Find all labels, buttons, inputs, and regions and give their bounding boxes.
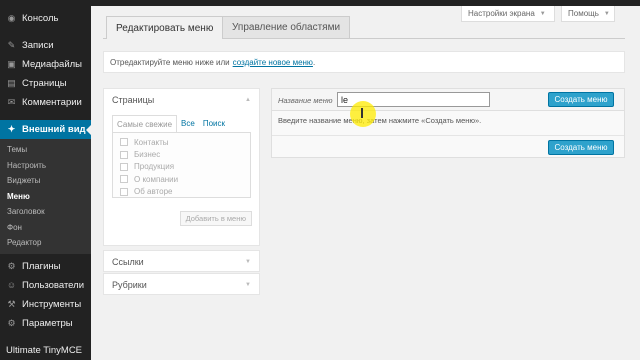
- info-suffix: .: [312, 57, 316, 67]
- sidebar-item-label: Инструменты: [22, 298, 82, 310]
- plugin-icon: ⚙: [7, 260, 16, 271]
- sidebar-item-label: Ultimate TinyMCE: [6, 344, 83, 356]
- menu-editor-header: Название меню Создать меню: [272, 89, 624, 111]
- item-label: О компании: [134, 174, 179, 184]
- pages-checklist: Контакты Бизнес Продукция О компании Об …: [112, 132, 251, 198]
- screen-options-button[interactable]: Настройки экрана ▼: [461, 6, 555, 22]
- submenu-item-customize[interactable]: Настроить: [0, 158, 91, 174]
- appearance-icon: ✦: [7, 124, 16, 134]
- admin-sidebar: ◉ Консоль ✎ Записи ▣ Медиафайлы ▤ Страни…: [0, 6, 91, 360]
- links-panel-header[interactable]: Ссылки ▼: [104, 251, 259, 273]
- create-menu-button-bottom[interactable]: Создать меню: [548, 140, 614, 155]
- list-item: Бизнес: [120, 148, 250, 160]
- chevron-down-icon: ▼: [245, 282, 251, 288]
- list-item: О компании: [120, 173, 250, 185]
- create-menu-button-top[interactable]: Создать меню: [548, 92, 614, 107]
- tools-icon: ⚒: [7, 298, 16, 309]
- sidebar-item-label: Консоль: [22, 13, 59, 24]
- create-new-menu-link[interactable]: создайте новое меню: [233, 58, 313, 67]
- menu-name-label: Название меню: [278, 96, 333, 105]
- sidebar-item-label: Параметры: [22, 317, 73, 329]
- checkbox[interactable]: [120, 175, 128, 184]
- sidebar-item-tinymce[interactable]: Ultimate TinyMCE: [0, 341, 91, 360]
- checkbox[interactable]: [120, 150, 128, 159]
- menu-editor-hint: Введите название меню, затем нажмите «Со…: [278, 116, 482, 125]
- panel-title: Страницы: [112, 95, 155, 105]
- tab-view-all[interactable]: Все: [177, 115, 199, 132]
- item-label: Контакты: [134, 137, 169, 147]
- pages-panel-tabs: Самые свежие Все Поиск: [104, 115, 259, 132]
- item-label: Об авторе: [134, 187, 173, 197]
- sidebar-item-users[interactable]: ☺ Пользователи: [0, 276, 91, 295]
- tab-most-recent[interactable]: Самые свежие: [112, 115, 178, 132]
- media-icon: ▣: [7, 59, 16, 69]
- page-icon: ▤: [7, 78, 16, 88]
- item-label: Продукция: [134, 162, 175, 172]
- checkbox[interactable]: [120, 187, 128, 196]
- users-icon: ☺: [6, 280, 17, 290]
- appearance-submenu: Темы Настроить Виджеты Меню Заголовок Фо…: [0, 139, 91, 254]
- sidebar-item-settings[interactable]: ⚙ Параметры: [0, 314, 91, 333]
- sidebar-item-label: Записи: [22, 40, 54, 51]
- categories-panel-header[interactable]: Рубрики ▼: [104, 274, 259, 296]
- sidebar-item-label: Плагины: [22, 260, 61, 272]
- chevron-down-icon: ▼: [603, 10, 610, 17]
- sidebar-item-label: Медиафайлы: [22, 59, 83, 70]
- chevron-down-icon: ▼: [539, 10, 546, 17]
- sidebar-item-tools[interactable]: ⚒ Инструменты: [0, 295, 91, 314]
- submenu-item-editor[interactable]: Редактор: [0, 235, 91, 251]
- sidebar-item-posts[interactable]: ✎ Записи: [0, 36, 91, 55]
- dashboard-icon: ◉: [7, 13, 16, 23]
- sidebar-item-label: Комментарии: [22, 97, 82, 108]
- menu-editor: Название меню Создать меню Введите назва…: [271, 88, 625, 158]
- pages-panel: Страницы ▲ Самые свежие Все Поиск Контак…: [103, 88, 260, 246]
- comment-icon: ✉: [7, 97, 16, 107]
- chevron-down-icon: ▼: [245, 259, 251, 265]
- help-label: Помощь: [568, 9, 599, 18]
- tab-manage-locations[interactable]: Управление областями: [222, 16, 351, 38]
- tab-edit-menus[interactable]: Редактировать меню: [106, 16, 224, 39]
- links-panel: Ссылки ▼: [103, 250, 260, 272]
- sidebar-item-pages[interactable]: ▤ Страницы: [0, 74, 91, 93]
- list-item: Продукция: [120, 161, 250, 173]
- sidebar-item-label: Пользователи: [22, 279, 85, 291]
- sidebar-item-label: Внешний вид: [22, 124, 86, 135]
- checkbox[interactable]: [120, 138, 128, 147]
- sidebar-item-comments[interactable]: ✉ Комментарии: [0, 93, 91, 112]
- submenu-item-menus[interactable]: Меню: [0, 189, 91, 205]
- panel-title: Рубрики: [112, 280, 147, 290]
- submenu-item-header[interactable]: Заголовок: [0, 204, 91, 220]
- panel-title: Ссылки: [112, 257, 144, 267]
- item-label: Бизнес: [134, 150, 161, 160]
- sidebar-item-dashboard[interactable]: ◉ Консоль: [0, 9, 91, 28]
- cursor-highlight: [350, 101, 376, 127]
- screen-options-label: Настройки экрана: [468, 9, 535, 18]
- submenu-item-themes[interactable]: Темы: [0, 142, 91, 158]
- pages-panel-header[interactable]: Страницы ▲: [104, 89, 259, 111]
- sidebar-item-media[interactable]: ▣ Медиафайлы: [0, 55, 91, 74]
- pin-icon: ✎: [7, 40, 16, 50]
- settings-icon: ⚙: [7, 317, 16, 328]
- submenu-item-background[interactable]: Фон: [0, 220, 91, 236]
- info-notice: Отредактируйте меню ниже или создайте но…: [103, 51, 625, 73]
- list-item: Об авторе: [120, 186, 250, 198]
- info-text: Отредактируйте меню ниже или: [110, 57, 230, 67]
- sidebar-item-label: Страницы: [22, 78, 67, 89]
- editor-divider: [272, 135, 624, 136]
- sidebar-item-plugins[interactable]: ⚙ Плагины: [0, 257, 91, 276]
- checkbox[interactable]: [120, 162, 128, 171]
- help-button[interactable]: Помощь ▼: [561, 6, 615, 22]
- tab-search[interactable]: Поиск: [199, 115, 229, 132]
- list-item: Контакты: [120, 136, 250, 148]
- collapse-up-icon: ▲: [245, 97, 251, 103]
- sidebar-item-appearance[interactable]: ✦ Внешний вид: [0, 120, 91, 139]
- submenu-item-widgets[interactable]: Виджеты: [0, 173, 91, 189]
- text-cursor-icon: [361, 108, 363, 118]
- add-to-menu-button[interactable]: Добавить в меню: [179, 211, 252, 226]
- categories-panel: Рубрики ▼: [103, 273, 260, 295]
